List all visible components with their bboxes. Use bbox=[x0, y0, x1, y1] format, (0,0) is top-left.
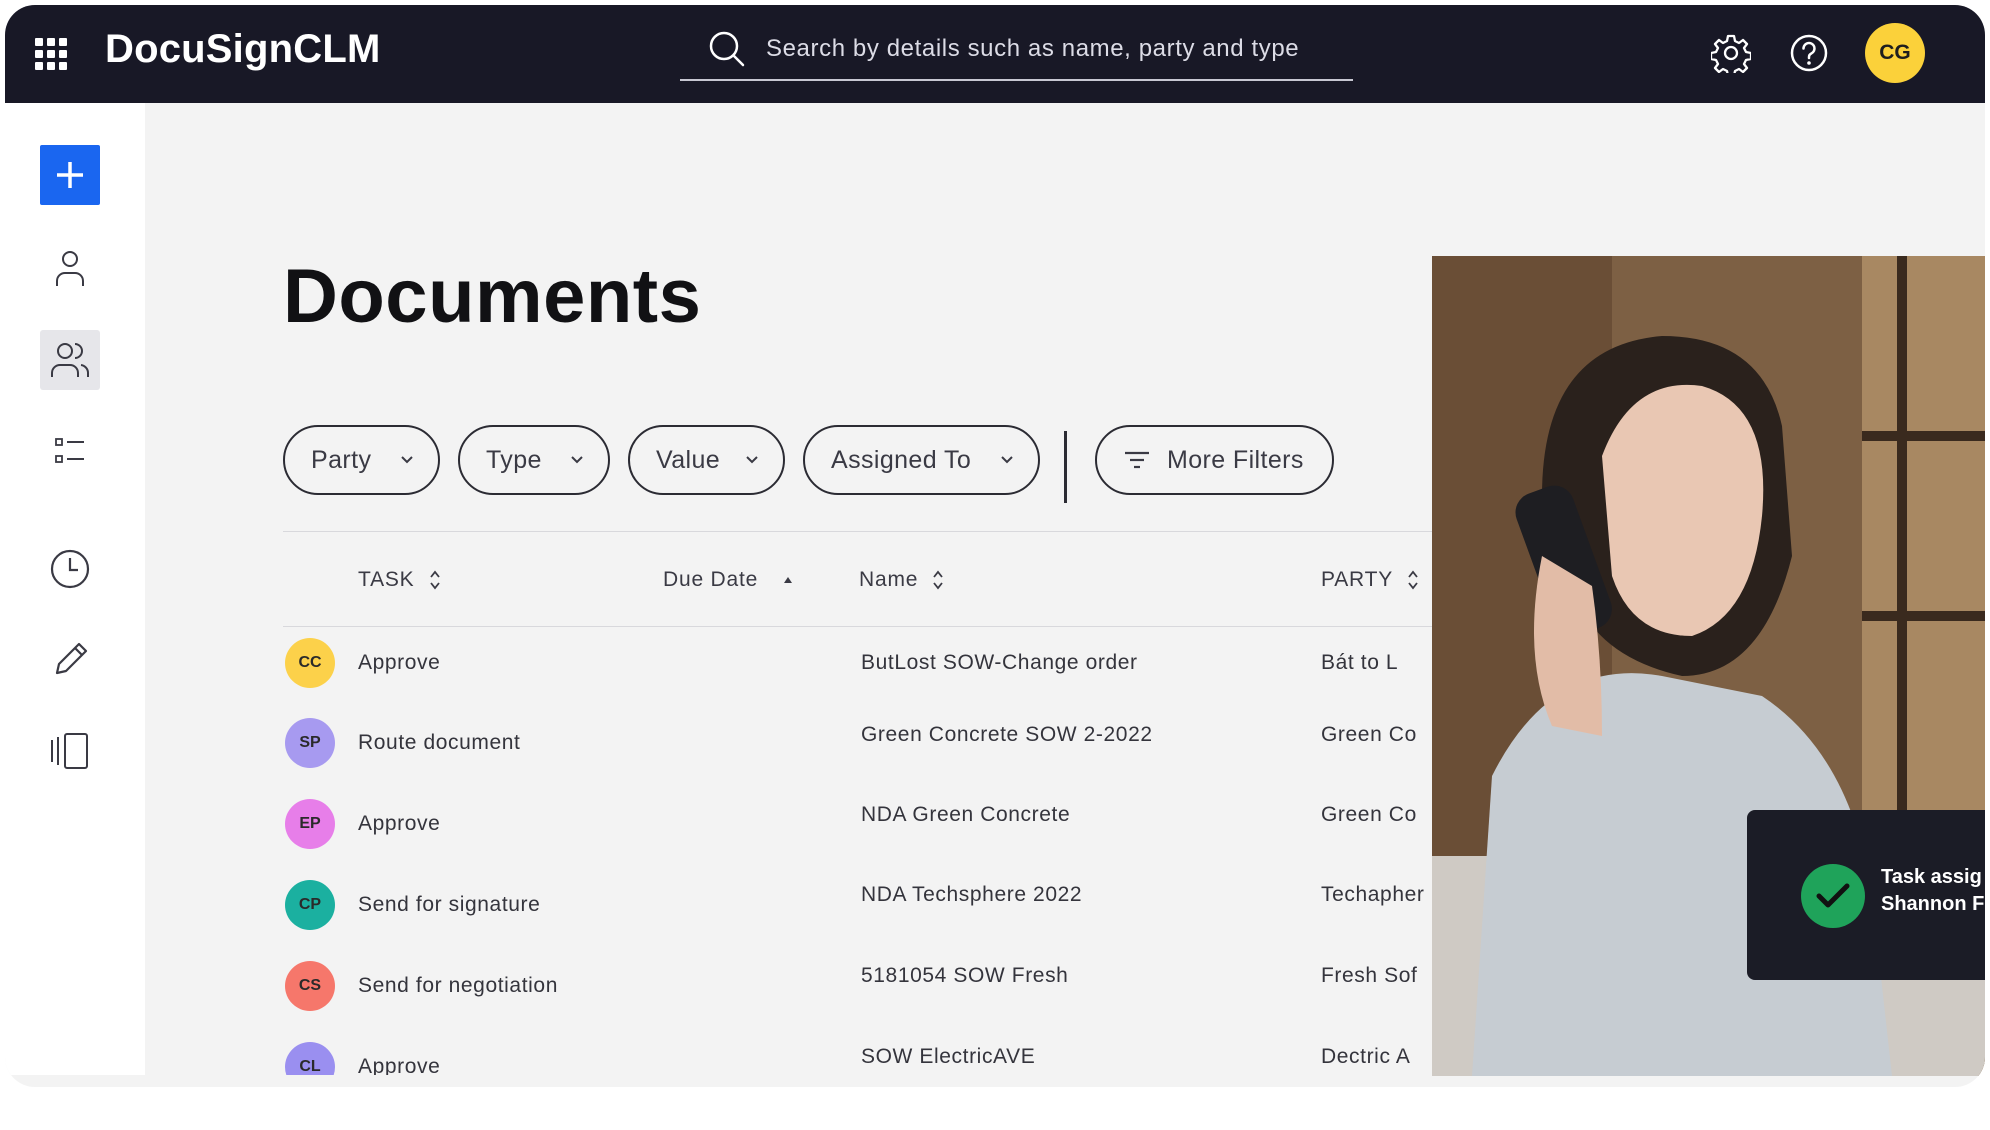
toast-line-1: Task assig bbox=[1881, 866, 1982, 888]
party-cell: Green Co bbox=[1321, 803, 1417, 826]
help-icon[interactable] bbox=[1789, 33, 1829, 73]
task-cell: Send for signature bbox=[358, 893, 541, 916]
nav-tasks[interactable] bbox=[40, 421, 100, 481]
sort-ascending-icon bbox=[784, 577, 793, 583]
clock-icon bbox=[50, 549, 90, 589]
user-avatar[interactable]: CG bbox=[1865, 23, 1925, 83]
sort-icon bbox=[1408, 570, 1418, 590]
document-name-cell[interactable]: SOW ElectricAVE bbox=[861, 1045, 1035, 1069]
task-cell: Send for negotiation bbox=[358, 974, 558, 997]
assignee-avatar: EP bbox=[285, 799, 335, 849]
task-cell: Approve bbox=[358, 1055, 441, 1075]
assignee-avatar: CC bbox=[285, 638, 335, 688]
filter-value-label: Value bbox=[656, 445, 721, 474]
nav-edit[interactable] bbox=[40, 630, 100, 690]
chevron-down-icon bbox=[1001, 456, 1013, 464]
filter-party-label: Party bbox=[311, 445, 372, 474]
column-task-label: TASK bbox=[358, 568, 415, 591]
sort-icon bbox=[933, 570, 943, 590]
more-filters-label: More Filters bbox=[1167, 445, 1304, 474]
column-party[interactable]: PARTY bbox=[1321, 568, 1419, 592]
table-row[interactable]: CC Approve ButLost SOW-Change order Bát … bbox=[283, 633, 1433, 693]
page-title: Documents bbox=[283, 254, 702, 339]
search-input[interactable] bbox=[766, 35, 1353, 63]
table-header: TASK Due Date Name PARTY bbox=[283, 531, 1433, 627]
more-filters-button[interactable]: More Filters bbox=[1095, 425, 1334, 495]
document-name-cell[interactable]: 5181054 SOW Fresh bbox=[861, 964, 1068, 988]
people-icon bbox=[51, 343, 90, 377]
task-assigned-toast: Task assig Shannon F bbox=[1747, 810, 1985, 980]
check-icon bbox=[1801, 864, 1865, 928]
column-party-label: PARTY bbox=[1321, 568, 1394, 591]
assignee-avatar: CP bbox=[285, 880, 335, 930]
brand-logo[interactable]: DocuSignCLM bbox=[105, 27, 381, 72]
chevron-down-icon bbox=[401, 456, 413, 464]
task-cell: Approve bbox=[358, 812, 441, 835]
nav-history[interactable] bbox=[40, 539, 100, 599]
filter-party[interactable]: Party bbox=[283, 425, 440, 495]
party-cell: Fresh Sof bbox=[1321, 964, 1418, 987]
column-name[interactable]: Name bbox=[859, 568, 944, 592]
document-name-cell[interactable]: NDA Techsphere 2022 bbox=[861, 883, 1082, 907]
filter-type-label: Type bbox=[486, 445, 542, 474]
column-due-date-label: Due Date bbox=[663, 568, 759, 591]
top-bar: DocuSignCLM CG bbox=[5, 5, 1985, 103]
person-icon bbox=[56, 251, 84, 286]
filter-assigned-to[interactable]: Assigned To bbox=[803, 425, 1040, 495]
panel-icon bbox=[51, 733, 88, 769]
assignee-avatar: CS bbox=[285, 961, 335, 1011]
party-cell: Techapher bbox=[1321, 883, 1425, 906]
document-name-cell[interactable]: Green Concrete SOW 2-2022 bbox=[861, 723, 1153, 747]
table-row[interactable]: CL Approve SOW ElectricAVE Dectric A bbox=[283, 1037, 1433, 1075]
left-nav-rail bbox=[5, 103, 145, 1075]
filter-value[interactable]: Value bbox=[628, 425, 785, 495]
party-cell: Dectric A bbox=[1321, 1045, 1411, 1068]
table-row[interactable]: SP Route document Green Concrete SOW 2-2… bbox=[283, 713, 1433, 773]
document-name-cell[interactable]: ButLost SOW-Change order bbox=[861, 651, 1138, 675]
list-icon bbox=[55, 438, 84, 463]
filter-assigned-to-label: Assigned To bbox=[831, 445, 972, 474]
table-row[interactable]: CS Send for negotiation 5181054 SOW Fres… bbox=[283, 956, 1433, 1016]
task-cell: Approve bbox=[358, 651, 441, 674]
column-name-label: Name bbox=[859, 568, 919, 591]
pencil-icon bbox=[55, 642, 88, 675]
party-cell: Bát to L bbox=[1321, 651, 1399, 674]
table-row[interactable]: EP Approve NDA Green Concrete Green Co bbox=[283, 794, 1433, 854]
assignee-avatar: CL bbox=[285, 1042, 335, 1075]
column-task[interactable]: TASK bbox=[358, 568, 441, 592]
filter-icon bbox=[1125, 451, 1149, 469]
party-cell: Green Co bbox=[1321, 723, 1417, 746]
app-window: DocuSignCLM CG bbox=[5, 5, 1985, 1087]
filter-divider bbox=[1064, 431, 1067, 503]
nav-profile[interactable] bbox=[40, 238, 100, 298]
plus-icon bbox=[57, 162, 83, 188]
column-due-date[interactable]: Due Date bbox=[663, 568, 794, 592]
gear-icon[interactable] bbox=[1711, 33, 1751, 73]
apps-grid-icon[interactable] bbox=[35, 38, 67, 70]
chevron-down-icon bbox=[571, 456, 583, 464]
filter-type[interactable]: Type bbox=[458, 425, 610, 495]
task-cell: Route document bbox=[358, 731, 521, 754]
search-icon bbox=[709, 31, 745, 67]
add-button[interactable] bbox=[40, 145, 100, 205]
chevron-down-icon bbox=[746, 456, 758, 464]
nav-people[interactable] bbox=[40, 330, 100, 390]
document-name-cell[interactable]: NDA Green Concrete bbox=[861, 803, 1070, 827]
assignee-avatar: SP bbox=[285, 718, 335, 768]
search-bar[interactable] bbox=[680, 19, 1353, 81]
toast-message: Task assig Shannon F bbox=[1881, 864, 1985, 918]
sort-icon bbox=[429, 570, 440, 590]
toast-line-2: Shannon F bbox=[1881, 893, 1985, 915]
table-row[interactable]: CP Send for signature NDA Techsphere 202… bbox=[283, 875, 1433, 935]
nav-panels[interactable] bbox=[40, 721, 100, 781]
